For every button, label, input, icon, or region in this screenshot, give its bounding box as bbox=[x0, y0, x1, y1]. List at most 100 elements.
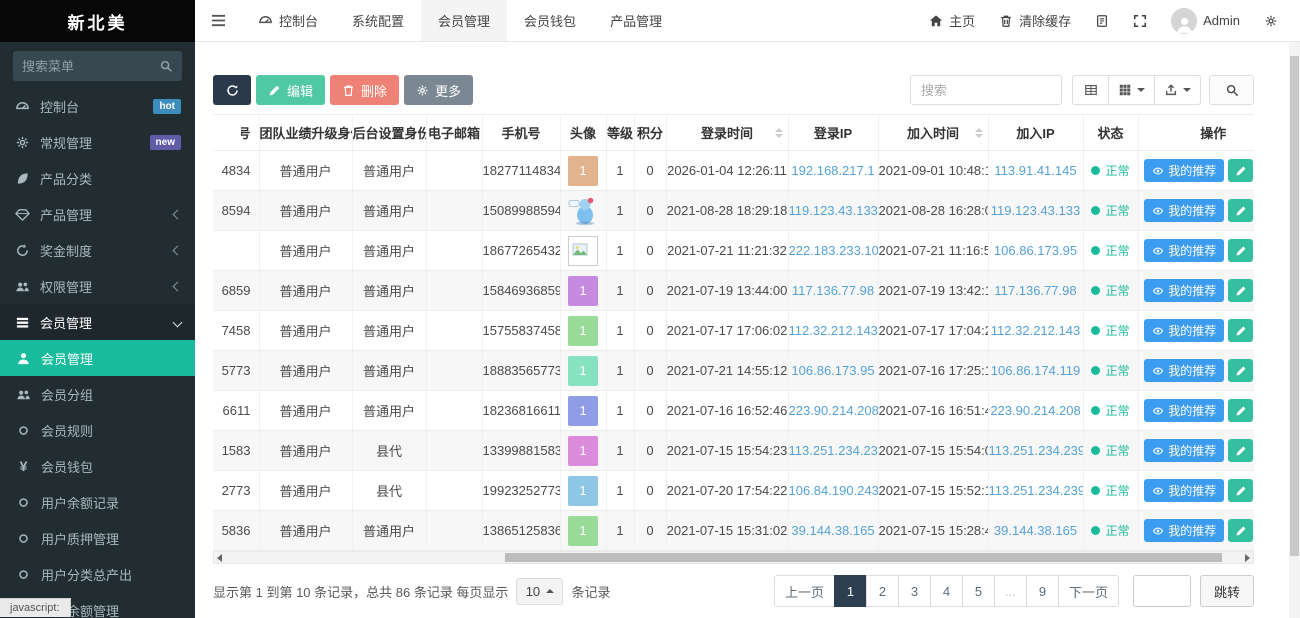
edit-row-button[interactable] bbox=[1228, 159, 1253, 182]
my-referral-button[interactable]: 我的推荐 bbox=[1144, 399, 1224, 422]
clear-cache-link[interactable]: 清除缓存 bbox=[987, 0, 1083, 41]
settings-button[interactable] bbox=[1252, 0, 1290, 41]
page-size-select[interactable]: 10 bbox=[516, 578, 563, 605]
page-button-1[interactable]: 1 bbox=[834, 575, 867, 607]
jump-page-input[interactable] bbox=[1133, 575, 1191, 607]
export-button[interactable] bbox=[1154, 75, 1201, 105]
fullscreen-button[interactable] bbox=[1121, 0, 1159, 41]
tab-member-manage[interactable]: 会员管理 bbox=[421, 0, 507, 41]
join-ip-link[interactable]: 113.251.234.239 bbox=[989, 443, 1084, 458]
join-ip-link[interactable]: 39.144.38.165 bbox=[994, 523, 1077, 538]
login-ip-link[interactable]: 112.32.212.143 bbox=[789, 323, 878, 338]
refresh-button[interactable] bbox=[213, 75, 251, 105]
horizontal-scrollbar-thumb[interactable] bbox=[505, 553, 1222, 562]
join-ip-link[interactable]: 112.32.212.143 bbox=[991, 323, 1080, 338]
my-referral-button[interactable]: 我的推荐 bbox=[1144, 359, 1224, 382]
login-ip-link[interactable]: 192.168.217.1 bbox=[791, 163, 874, 178]
sidebar-subitem-category-output[interactable]: 用户分类总产出 bbox=[0, 556, 195, 592]
edit-row-button[interactable] bbox=[1228, 479, 1253, 502]
tab-system-config[interactable]: 系统配置 bbox=[335, 0, 421, 41]
edit-row-button[interactable] bbox=[1228, 359, 1253, 382]
login-ip-link[interactable]: 106.86.173.95 bbox=[791, 363, 874, 378]
jump-button[interactable]: 跳转 bbox=[1200, 575, 1254, 607]
scroll-left-arrow[interactable] bbox=[217, 554, 222, 562]
sidebar-item-general[interactable]: 常规管理new bbox=[0, 124, 195, 160]
tab-product-manage[interactable]: 产品管理 bbox=[593, 0, 679, 41]
my-referral-button[interactable]: 我的推荐 bbox=[1144, 159, 1224, 182]
my-referral-button[interactable]: 我的推荐 bbox=[1144, 439, 1224, 462]
page-button-3[interactable]: 3 bbox=[898, 575, 931, 607]
edit-row-button[interactable] bbox=[1228, 239, 1253, 262]
join-ip-link[interactable]: 117.136.77.98 bbox=[994, 283, 1076, 298]
join-ip-link[interactable]: 113.91.41.145 bbox=[994, 163, 1076, 178]
edit-row-button[interactable] bbox=[1228, 319, 1253, 342]
home-link[interactable]: 主页 bbox=[917, 0, 987, 41]
edit-button[interactable]: 编辑 bbox=[256, 75, 325, 105]
join-ip-link[interactable]: 106.86.174.119 bbox=[991, 363, 1080, 378]
scroll-right-arrow[interactable] bbox=[1245, 554, 1250, 562]
login-ip-link[interactable]: 119.123.43.133 bbox=[789, 203, 878, 218]
edit-row-button[interactable] bbox=[1228, 519, 1253, 542]
column-header-join-time[interactable]: 加入时间 bbox=[878, 115, 988, 151]
sidebar-subitem-member-group[interactable]: 会员分组 bbox=[0, 376, 195, 412]
table-search-input[interactable] bbox=[910, 75, 1062, 105]
page-button-2[interactable]: 2 bbox=[866, 575, 899, 607]
edit-row-button[interactable] bbox=[1228, 439, 1253, 462]
page-button-9[interactable]: 9 bbox=[1026, 575, 1059, 607]
my-referral-button[interactable]: 我的推荐 bbox=[1144, 239, 1224, 262]
sidebar-toggle-button[interactable] bbox=[195, 0, 241, 41]
my-referral-button[interactable]: 我的推荐 bbox=[1144, 519, 1224, 542]
sidebar-subitem-member-manage[interactable]: 会员管理 bbox=[0, 340, 195, 376]
join-ip-link[interactable]: 119.123.43.133 bbox=[991, 203, 1080, 218]
members-table: 号团队业绩升级身份后台设置身份电子邮箱手机号头像等级积分登录时间登录IP加入时间… bbox=[213, 114, 1254, 551]
edit-row-button[interactable] bbox=[1228, 199, 1253, 222]
translate-button[interactable] bbox=[1083, 0, 1121, 41]
login-ip-link[interactable]: 106.84.190.243 bbox=[789, 483, 879, 498]
login-ip-link[interactable]: 117.136.77.98 bbox=[792, 283, 874, 298]
sidebar-subitem-member-rules[interactable]: 会员规则 bbox=[0, 412, 195, 448]
edit-row-button[interactable] bbox=[1228, 279, 1253, 302]
sidebar-item-permission[interactable]: 权限管理 bbox=[0, 268, 195, 304]
page-scrollbar[interactable] bbox=[1289, 42, 1300, 618]
sidebar-item-product-manage[interactable]: 产品管理 bbox=[0, 196, 195, 232]
cell-avatar: 1 bbox=[560, 351, 606, 391]
join-ip-link[interactable]: 223.90.214.208 bbox=[990, 403, 1080, 418]
login-ip-link[interactable]: 39.144.38.165 bbox=[791, 523, 874, 538]
page-button-4[interactable]: 4 bbox=[930, 575, 963, 607]
page-scrollbar-thumb[interactable] bbox=[1290, 56, 1299, 556]
search-submit-button[interactable] bbox=[1209, 75, 1254, 105]
sidebar-item-member-manage[interactable]: 会员管理 bbox=[0, 304, 195, 340]
user-menu[interactable]: Admin bbox=[1159, 0, 1252, 41]
join-ip-link[interactable]: 106.86.173.95 bbox=[994, 243, 1077, 258]
join-ip-link[interactable]: 113.251.234.239 bbox=[989, 483, 1084, 498]
my-referral-button[interactable]: 我的推荐 bbox=[1144, 479, 1224, 502]
prev-page-button[interactable]: 上一页 bbox=[774, 575, 835, 607]
sidebar-item-dashboard[interactable]: 控制台hot bbox=[0, 88, 195, 124]
columns-button[interactable] bbox=[1108, 75, 1155, 105]
edit-row-button[interactable] bbox=[1228, 399, 1253, 422]
next-page-button[interactable]: 下一页 bbox=[1058, 575, 1119, 607]
my-referral-button[interactable]: 我的推荐 bbox=[1144, 199, 1224, 222]
toggle-view-button[interactable] bbox=[1072, 75, 1109, 105]
sort-arrows-icon[interactable] bbox=[975, 128, 983, 138]
sidebar-subitem-member-wallet[interactable]: ¥会员钱包 bbox=[0, 448, 195, 484]
my-referral-button[interactable]: 我的推荐 bbox=[1144, 319, 1224, 342]
column-header-login-time[interactable]: 登录时间 bbox=[666, 115, 788, 151]
delete-button[interactable]: 删除 bbox=[330, 75, 399, 105]
tab-dashboard[interactable]: 控制台 bbox=[241, 0, 335, 41]
login-ip-link[interactable]: 113.251.234.239 bbox=[789, 443, 879, 458]
tab-member-wallet[interactable]: 会员钱包 bbox=[507, 0, 593, 41]
page-button-5[interactable]: 5 bbox=[962, 575, 995, 607]
sidebar-subitem-balance-records[interactable]: 用户余额记录 bbox=[0, 484, 195, 520]
login-ip-link[interactable]: 223.90.214.208 bbox=[789, 403, 879, 418]
sidebar-item-bonus-system[interactable]: 奖金制度 bbox=[0, 232, 195, 268]
login-ip-link[interactable]: 222.183.233.106 bbox=[789, 243, 879, 258]
cell-points: 0 bbox=[634, 351, 666, 391]
horizontal-scrollbar[interactable] bbox=[213, 551, 1254, 564]
sidebar-item-product-category[interactable]: 产品分类 bbox=[0, 160, 195, 196]
my-referral-button[interactable]: 我的推荐 bbox=[1144, 279, 1224, 302]
sort-arrows-icon[interactable] bbox=[775, 128, 783, 138]
sidebar-subitem-pledge-manage[interactable]: 用户质押管理 bbox=[0, 520, 195, 556]
more-button[interactable]: 更多 bbox=[404, 75, 473, 105]
sidebar-search-input[interactable] bbox=[22, 59, 159, 74]
